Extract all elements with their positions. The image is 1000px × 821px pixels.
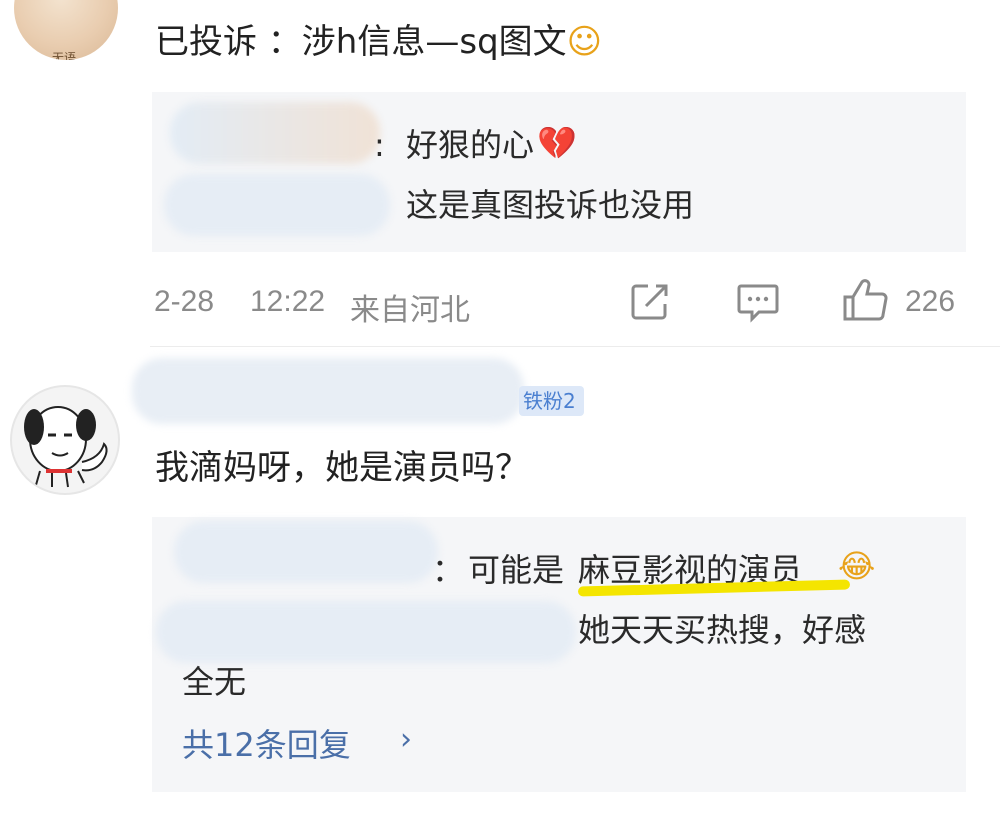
reply-preview-box[interactable]: : 好狠的心 💔 这是真图投诉也没用 [152,92,966,252]
share-icon[interactable] [630,282,670,322]
reply-text: 她天天买热搜，好感 [578,611,867,649]
smile-emoji-icon: ☺ [566,22,603,62]
comment-text: 已投诉 ：涉h信息—sq图文☺ [155,22,602,62]
comment-body: 我滴妈呀，她是演员吗？ [155,448,529,488]
reply-text: 好狠的心 [406,126,535,164]
reply-separator: ： [432,551,465,589]
broken-heart-icon: 💔 [537,124,577,162]
comment-icon[interactable] [737,283,779,323]
comment-location: 来自河北 [350,294,470,327]
blurred-username [156,601,576,663]
fan-badge: 铁粉2 [519,386,584,416]
more-replies-link[interactable]: 共12条回复 [182,720,351,766]
blurred-username [132,358,524,424]
comment-time: 12:22 [250,285,326,318]
blurred-username [174,521,438,583]
blurred-username [170,102,380,164]
reply-text-continued: 全无 [182,663,247,701]
meme-face-icon [24,406,108,488]
user-avatar[interactable] [10,385,120,495]
like-count: 226 [905,285,956,318]
avatar-caption: 无语 [52,51,77,60]
divider [150,346,1000,347]
user-avatar[interactable]: 无语 [14,0,118,60]
like-thumb-icon[interactable] [842,278,888,322]
chevron-right-icon[interactable]: › [400,722,412,757]
reply-text: 可能是 [468,551,565,589]
comment-body: 已投诉 ：涉h信息—sq图文 [155,22,567,62]
blurred-username [164,174,390,236]
reply-text: 这是真图投诉也没用 [406,186,695,224]
reply-separator: : [374,126,385,164]
comment-date: 2-28 [154,285,215,318]
